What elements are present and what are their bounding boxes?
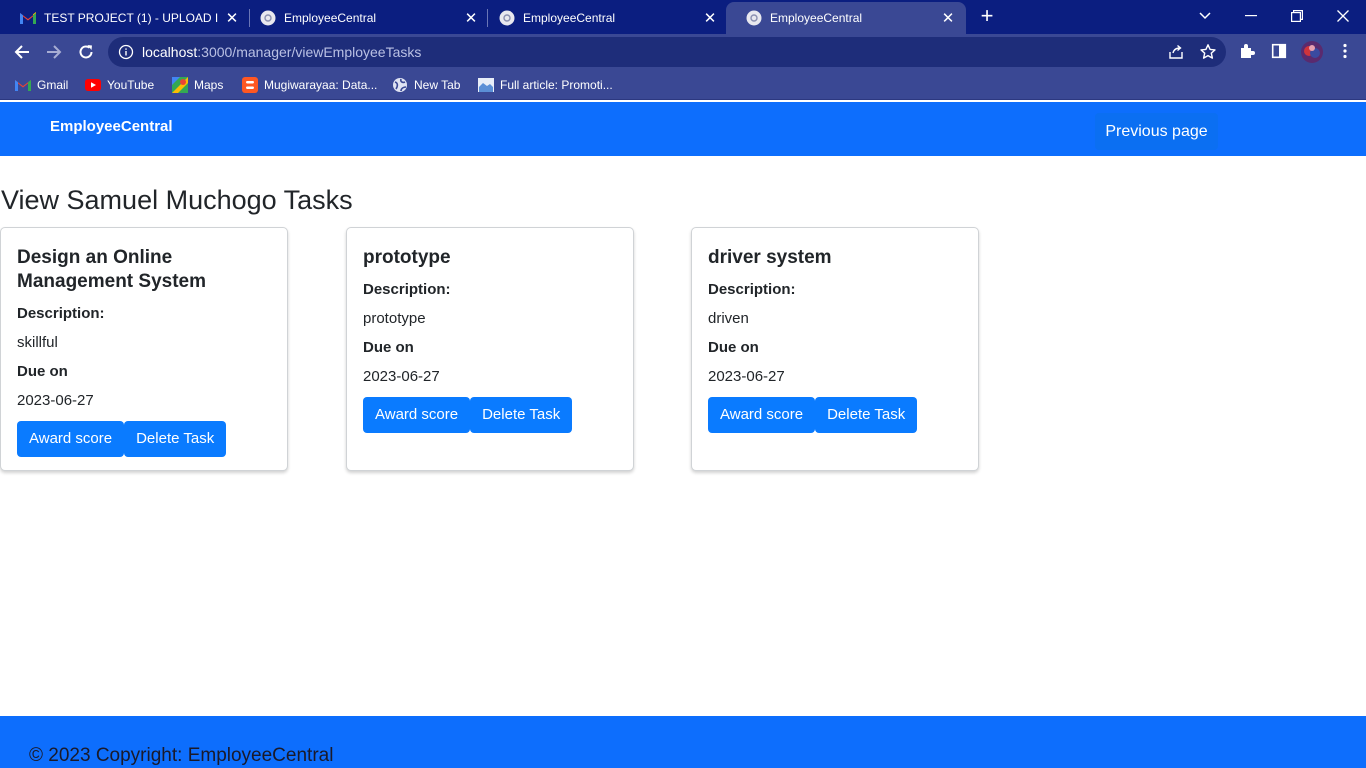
back-arrow-icon[interactable] xyxy=(8,38,36,66)
delete-task-button[interactable]: Delete Task xyxy=(470,397,573,433)
task-due-date: 2023-06-27 xyxy=(708,368,785,385)
forward-arrow-icon[interactable] xyxy=(40,38,68,66)
url-path: :3000/manager/viewEmployeeTasks xyxy=(197,44,422,60)
browser-tab-strip: TEST PROJECT (1) - UPLOAD INST ✕ Employe… xyxy=(0,0,1366,34)
info-icon[interactable] xyxy=(118,44,134,60)
previous-page-button[interactable]: Previous page xyxy=(1095,113,1218,150)
site-icon xyxy=(746,10,762,26)
task-due-date: 2023-06-27 xyxy=(17,392,94,409)
due-label: Due on xyxy=(17,363,68,380)
avatar[interactable] xyxy=(1300,40,1324,64)
close-window-button[interactable] xyxy=(1320,0,1366,32)
url-host: localhost xyxy=(142,44,198,60)
page-footer: © 2023 Copyright: EmployeeCentral xyxy=(0,716,1366,768)
tab-search-icon[interactable] xyxy=(1182,0,1228,32)
browser-tab[interactable]: EmployeeCentral ✕ xyxy=(240,2,489,34)
article-icon xyxy=(478,77,494,93)
bookmark-youtube[interactable]: YouTube xyxy=(85,76,154,94)
award-score-button[interactable]: Award score xyxy=(363,397,471,433)
due-label: Due on xyxy=(708,339,759,356)
description-label: Description: xyxy=(17,305,105,322)
restore-button[interactable] xyxy=(1274,0,1320,32)
close-icon[interactable]: ✕ xyxy=(940,10,956,27)
task-description: skillful xyxy=(17,334,58,351)
award-score-button[interactable]: Award score xyxy=(708,397,816,433)
browser-tab[interactable]: TEST PROJECT (1) - UPLOAD INST ✕ xyxy=(0,2,250,34)
close-icon[interactable]: ✕ xyxy=(463,10,479,27)
blogger-icon xyxy=(242,77,258,93)
bookmark-label: Full article: Promoti... xyxy=(500,78,613,92)
url-text: localhost:3000/manager/viewEmployeeTasks xyxy=(142,44,421,60)
brand-link[interactable]: EmployeeCentral xyxy=(50,118,173,135)
address-bar[interactable]: localhost:3000/manager/viewEmployeeTasks xyxy=(108,37,1226,67)
site-icon xyxy=(260,10,276,26)
task-title: driver system xyxy=(708,247,832,268)
task-card: Design an Online Management System Descr… xyxy=(0,227,288,471)
bookmark-gmail[interactable]: Gmail xyxy=(15,76,68,94)
close-icon[interactable]: ✕ xyxy=(224,10,240,27)
copyright-text: © 2023 Copyright: EmployeeCentral xyxy=(29,745,334,766)
maps-icon xyxy=(172,77,188,93)
reload-icon[interactable] xyxy=(72,38,100,66)
tab-title: EmployeeCentral xyxy=(770,11,863,25)
bookmark-label: Maps xyxy=(194,78,224,92)
delete-task-button[interactable]: Delete Task xyxy=(124,421,227,457)
description-label: Description: xyxy=(708,281,796,298)
bookmark-label: Mugiwarayaa: Data... xyxy=(264,78,378,92)
minimize-button[interactable] xyxy=(1228,0,1274,32)
bookmarks-bar: Gmail YouTube Maps Mugiwarayaa: Data... … xyxy=(0,70,1366,100)
page-title: View Samuel Muchogo Tasks xyxy=(1,185,353,215)
bookmark-mugiwarayaa[interactable]: Mugiwarayaa: Data... xyxy=(242,76,377,94)
site-icon xyxy=(499,10,515,26)
bookmark-label: New Tab xyxy=(414,78,461,92)
close-icon[interactable]: ✕ xyxy=(702,10,718,27)
task-card: prototype Description: prototype Due on … xyxy=(346,227,634,471)
side-panel-icon[interactable] xyxy=(1270,42,1290,62)
due-label: Due on xyxy=(363,339,414,356)
award-score-button[interactable]: Award score xyxy=(17,421,125,457)
task-description: prototype xyxy=(363,310,426,327)
delete-task-button[interactable]: Delete Task xyxy=(815,397,918,433)
youtube-icon xyxy=(85,77,101,93)
task-card: driver system Description: driven Due on… xyxy=(691,227,979,471)
bookmark-new-tab[interactable]: New Tab xyxy=(392,76,460,94)
share-icon[interactable] xyxy=(1167,43,1185,61)
extensions-icon[interactable] xyxy=(1238,42,1258,62)
tab-title: TEST PROJECT (1) - UPLOAD INST xyxy=(44,11,218,25)
more-options-icon[interactable] xyxy=(1336,42,1356,62)
app-navbar: EmployeeCentral Previous page xyxy=(0,102,1366,156)
description-label: Description: xyxy=(363,281,451,298)
task-description: driven xyxy=(708,310,749,327)
browser-tab-active[interactable]: EmployeeCentral ✕ xyxy=(726,2,966,34)
bookmark-label: YouTube xyxy=(107,78,155,92)
gmail-icon xyxy=(15,77,31,93)
bookmark-maps[interactable]: Maps xyxy=(172,76,223,94)
globe-icon xyxy=(392,77,408,93)
browser-tab[interactable]: EmployeeCentral ✕ xyxy=(479,2,728,34)
task-due-date: 2023-06-27 xyxy=(363,368,440,385)
bookmark-full-article[interactable]: Full article: Promoti... xyxy=(478,76,613,94)
browser-toolbar: localhost:3000/manager/viewEmployeeTasks xyxy=(0,34,1366,70)
new-tab-button[interactable]: + xyxy=(976,5,998,27)
task-title: prototype xyxy=(363,247,451,268)
task-title: Design an Online Management System xyxy=(17,247,207,292)
bookmark-star-icon[interactable] xyxy=(1199,43,1217,61)
tab-title: EmployeeCentral xyxy=(284,11,377,25)
tab-title: EmployeeCentral xyxy=(523,11,616,25)
gmail-icon xyxy=(20,10,36,26)
bookmark-label: Gmail xyxy=(37,78,69,92)
